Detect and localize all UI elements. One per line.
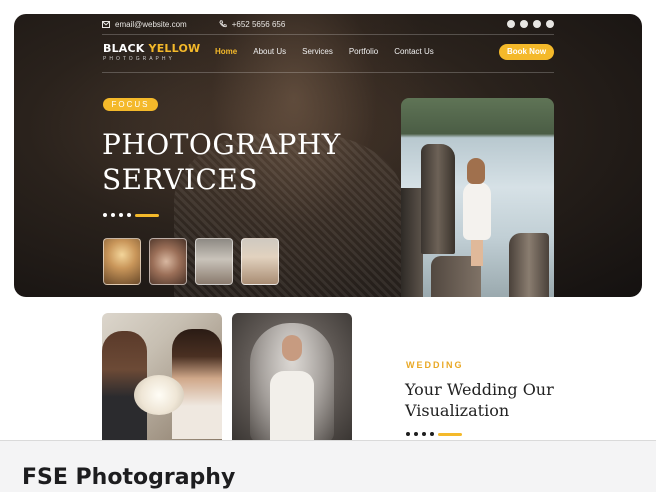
site-logo[interactable]: BLACK YELLOW PHOTOGRAPHY — [103, 42, 200, 62]
logo-wordmark: BLACK YELLOW — [103, 42, 200, 55]
photo-dress — [270, 371, 314, 440]
section-title: Your Wedding Our Visualization — [405, 379, 585, 421]
slider-dot[interactable] — [103, 213, 107, 217]
photo-model-legs — [471, 238, 483, 266]
focus-badge: FOCUS — [103, 98, 158, 111]
phone-text: +652 5656 656 — [231, 19, 286, 29]
nav-item-about-us[interactable]: About Us — [253, 47, 286, 56]
book-now-button[interactable]: Book Now — [499, 44, 554, 60]
phone-icon — [219, 20, 227, 28]
hero-slider-dots — [103, 213, 159, 217]
photo-model-head — [467, 158, 485, 184]
nav-item-home[interactable]: Home — [215, 47, 237, 56]
theme-caption-bar: FSE Photography — [0, 440, 656, 492]
top-divider — [102, 34, 554, 35]
wedding-photo-couple — [102, 313, 222, 440]
slider-dot-active[interactable] — [438, 432, 462, 436]
wedding-photo-bride — [232, 313, 352, 440]
email-item[interactable]: email@website.com — [102, 20, 187, 29]
hero-thumbnails — [103, 238, 279, 285]
social-links — [507, 20, 554, 28]
hero-title: PHOTOGRAPHY SERVICES — [102, 127, 362, 197]
section-title-line1: Your Wedding Our — [405, 380, 554, 399]
thumbnail-image[interactable] — [149, 238, 187, 285]
section-title-line2: Visualization — [405, 401, 510, 420]
section-label: WEDDING — [406, 360, 464, 370]
top-contact-bar: email@website.com +652 5656 656 — [102, 14, 554, 34]
youtube-icon[interactable] — [533, 20, 541, 28]
slider-dot[interactable] — [111, 213, 115, 217]
slider-dot[interactable] — [127, 213, 131, 217]
photo-stump — [401, 188, 423, 297]
slider-dot[interactable] — [422, 432, 426, 436]
main-nav: Home About Us Services Portfolio Contact… — [215, 47, 434, 56]
hero-feature-photo — [401, 98, 554, 297]
nav-item-contact-us[interactable]: Contact Us — [394, 47, 434, 56]
slider-dot[interactable] — [406, 432, 410, 436]
logo-tagline: PHOTOGRAPHY — [103, 56, 175, 62]
photo-bouquet — [134, 375, 184, 415]
slider-dot[interactable] — [119, 213, 123, 217]
thumbnail-image[interactable] — [241, 238, 279, 285]
phone-item[interactable]: +652 5656 656 — [219, 19, 286, 29]
photo-face — [282, 335, 302, 361]
instagram-icon[interactable] — [546, 20, 554, 28]
nav-item-portfolio[interactable]: Portfolio — [349, 47, 378, 56]
twitter-icon[interactable] — [520, 20, 528, 28]
photo-stump — [509, 233, 549, 297]
photo-model-dress — [463, 182, 491, 240]
nav-divider — [102, 72, 554, 73]
pinterest-icon[interactable] — [507, 20, 515, 28]
slider-dot[interactable] — [414, 432, 418, 436]
thumbnail-image[interactable] — [195, 238, 233, 285]
email-text: email@website.com — [115, 19, 187, 29]
hero-title-line2: SERVICES — [102, 163, 259, 196]
slider-dot[interactable] — [430, 432, 434, 436]
logo-word-yellow: YELLOW — [148, 42, 201, 55]
mail-icon — [102, 20, 110, 28]
nav-item-services[interactable]: Services — [302, 47, 333, 56]
section-slider-dots — [406, 432, 462, 436]
thumbnail-image[interactable] — [103, 238, 141, 285]
logo-word-black: BLACK — [103, 42, 145, 55]
theme-name: FSE Photography — [22, 465, 236, 490]
photo-stump — [421, 144, 455, 254]
slider-dot-active[interactable] — [135, 213, 159, 217]
hero-section: email@website.com +652 5656 656 BLACK YE… — [14, 14, 642, 297]
hero-title-line1: PHOTOGRAPHY — [102, 128, 341, 161]
